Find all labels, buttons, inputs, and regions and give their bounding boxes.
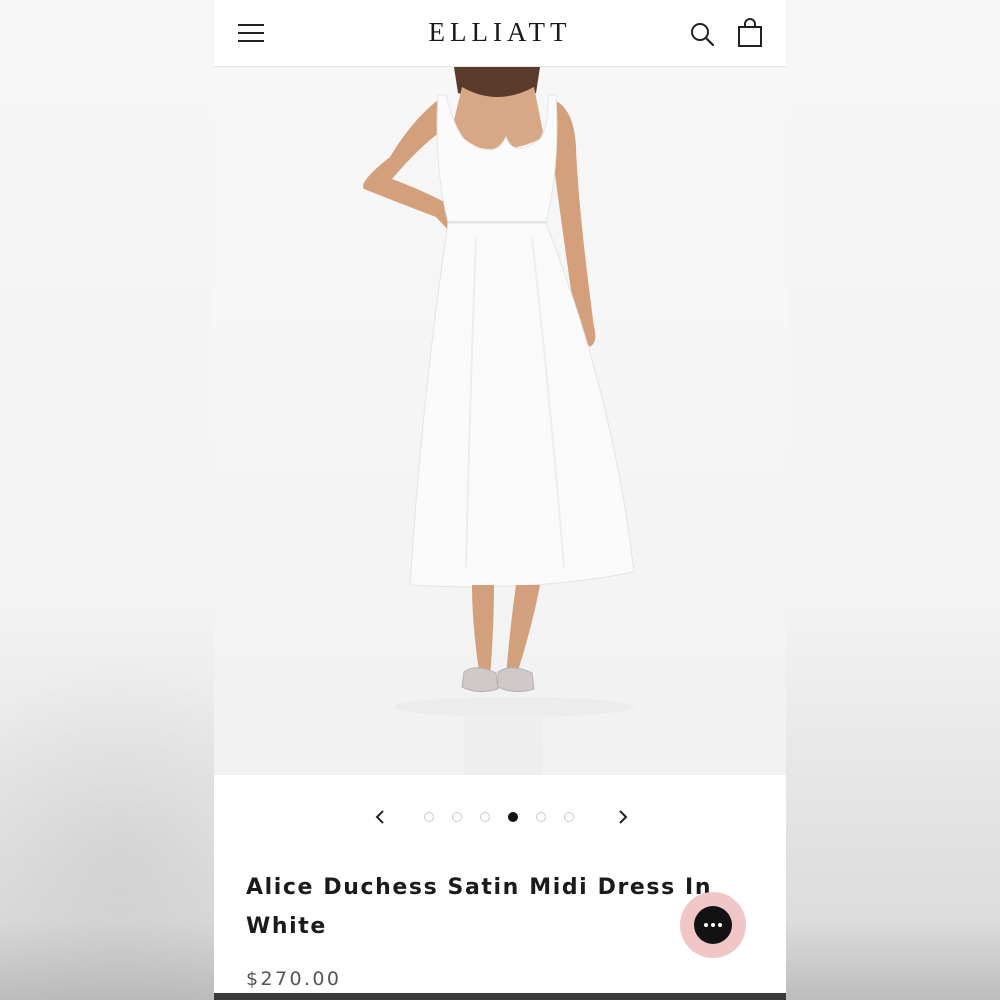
product-image[interactable] — [214, 67, 786, 775]
chevron-right-icon[interactable] — [610, 805, 634, 829]
chat-bubble-icon[interactable] — [680, 892, 746, 958]
product-title: Alice Duchess Satin Midi Dress In White — [246, 875, 713, 939]
chevron-left-icon[interactable] — [369, 805, 393, 829]
shopping-bag-icon[interactable] — [735, 17, 765, 49]
bottom-bar — [214, 993, 786, 1000]
site-header: ELLIATT — [214, 0, 786, 67]
carousel-dot[interactable] — [564, 812, 574, 822]
carousel-dot[interactable] — [536, 812, 546, 822]
carousel-dot-active[interactable] — [508, 812, 518, 822]
carousel-dot[interactable] — [480, 812, 490, 822]
carousel-dot[interactable] — [424, 812, 434, 822]
product-price: $270.00 — [246, 968, 342, 990]
mobile-page: ELLIATT Alice Duchess Satin Midi Dress I… — [214, 0, 786, 1000]
search-icon[interactable] — [688, 20, 716, 48]
carousel-dot[interactable] — [452, 812, 462, 822]
image-carousel-controls — [214, 795, 786, 839]
